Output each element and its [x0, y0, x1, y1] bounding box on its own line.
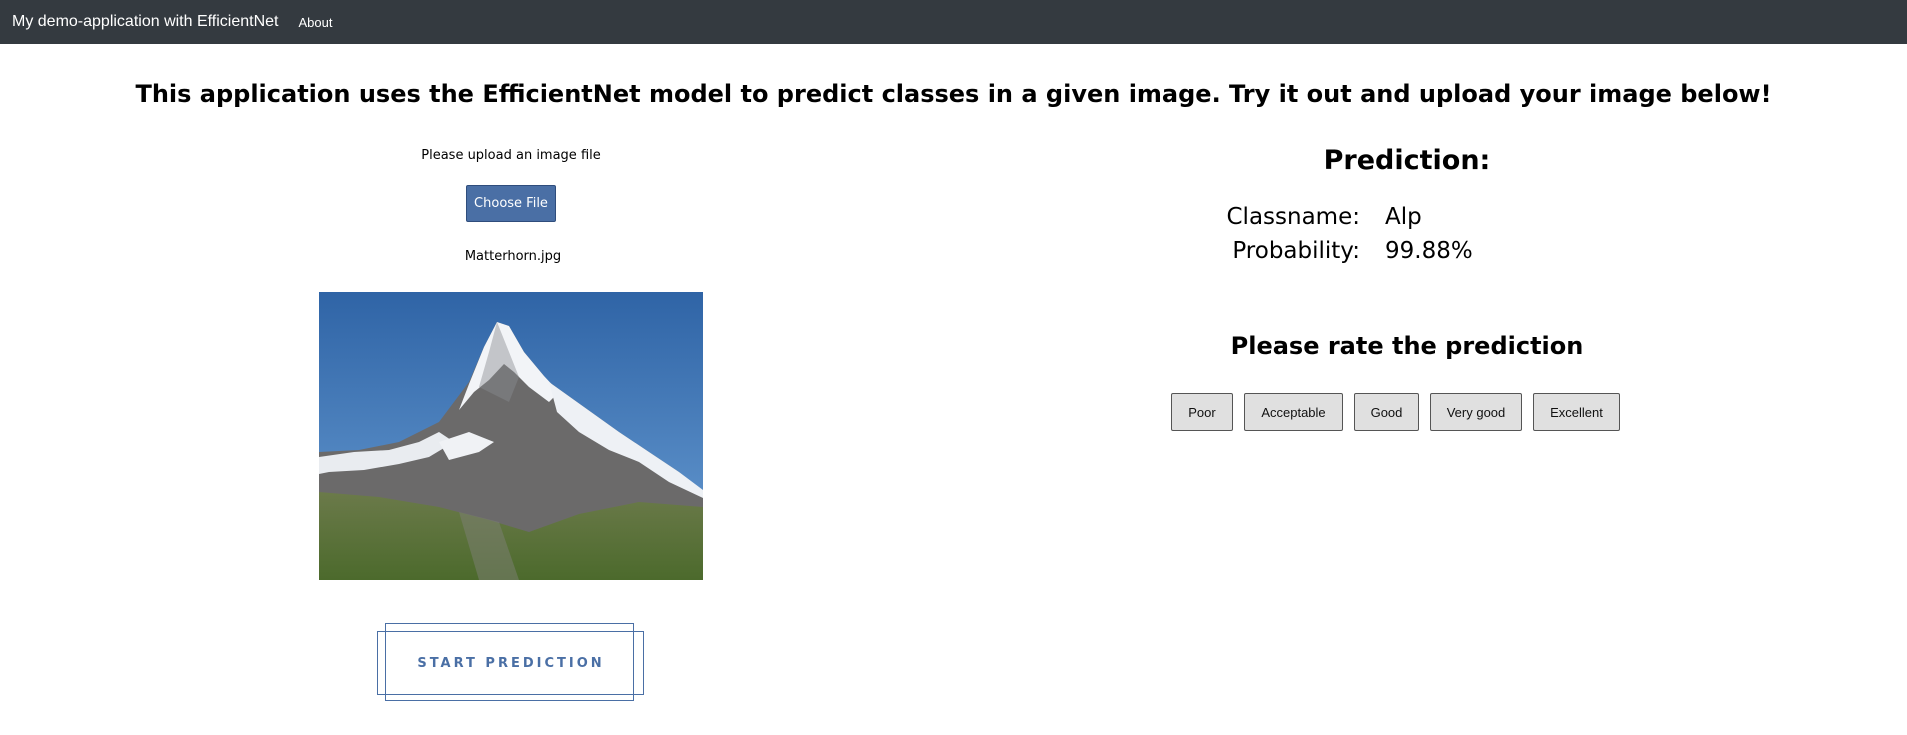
upload-prompt: Please upload an image file — [421, 148, 601, 163]
navbar-brand[interactable]: My demo-application with EfficientNet — [12, 13, 279, 31]
uploaded-image-preview — [319, 292, 703, 580]
classname-value: Alp — [1385, 204, 1422, 230]
top-navbar: My demo-application with EfficientNet Ab… — [0, 0, 1907, 44]
selected-filename: Matterhorn.jpg — [464, 249, 562, 264]
probability-key: Probability: — [1232, 238, 1360, 264]
rating-button-group: Poor Acceptable Good Very good Excellent — [1171, 393, 1631, 431]
start-prediction-button[interactable]: START PREDICTION — [377, 623, 645, 703]
rate-acceptable-button[interactable]: Acceptable — [1244, 393, 1343, 431]
nav-link-about[interactable]: About — [299, 15, 333, 30]
prediction-title: Prediction: — [1323, 145, 1491, 176]
start-prediction-label: START PREDICTION — [417, 655, 605, 671]
page-headline: This application uses the EfficientNet m… — [135, 80, 1772, 108]
classname-row: Classname: Alp — [1200, 204, 1600, 236]
rate-very-good-button[interactable]: Very good — [1430, 393, 1522, 431]
choose-file-button[interactable]: Choose File — [466, 185, 556, 222]
rate-poor-button[interactable]: Poor — [1171, 393, 1233, 431]
rate-excellent-button[interactable]: Excellent — [1533, 393, 1620, 431]
classname-key: Classname: — [1226, 204, 1361, 230]
rate-good-button[interactable]: Good — [1354, 393, 1419, 431]
probability-value: 99.88% — [1385, 238, 1473, 264]
probability-row: Probability: 99.88% — [1200, 238, 1600, 270]
rating-title: Please rate the prediction — [1230, 332, 1584, 360]
